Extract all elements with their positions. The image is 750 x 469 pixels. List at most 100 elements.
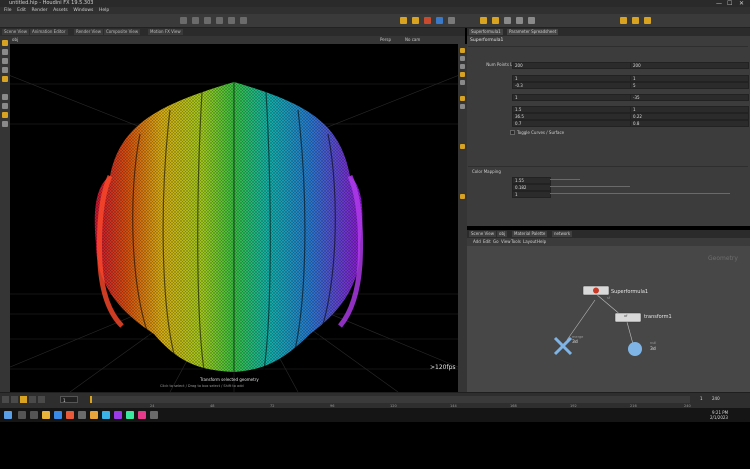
pyro-icon[interactable] [528,17,535,24]
merge-node[interactable] [553,336,573,356]
app-icon[interactable] [78,411,86,419]
taskview-icon[interactable] [30,411,38,419]
menu-windows[interactable]: Windows [73,7,93,14]
minimize-icon[interactable]: — [716,0,722,7]
vellum-icon[interactable] [644,17,651,24]
slider-track[interactable] [550,193,730,194]
snap-tool-icon[interactable] [2,103,8,109]
slider-track[interactable] [550,179,580,180]
camera-menu[interactable]: No cam [405,36,420,44]
menu-render[interactable]: Render [31,7,47,14]
texture-icon[interactable] [240,17,247,24]
timeline-bar[interactable]: 1 24 48 72 96 120 144 168 192 216 240 1 … [0,392,750,408]
menu-assets[interactable]: Assets [53,7,68,14]
app-icon[interactable] [102,411,110,419]
menu-tools[interactable]: Tools [511,238,521,246]
param-field[interactable]: -35 [630,94,749,101]
camera-view-icon[interactable] [460,96,465,101]
brush-tool-icon[interactable] [2,121,8,127]
param-field[interactable]: 0.22 [630,113,749,120]
drive-icon[interactable] [504,17,511,24]
crowds-icon[interactable] [516,17,523,24]
path-field[interactable]: obj [12,36,18,44]
menu-layout[interactable]: Layout [523,238,537,246]
search-icon[interactable] [18,411,26,419]
polygon-icon[interactable] [216,17,223,24]
app-icon[interactable] [114,411,122,419]
menu-go[interactable]: Go [493,238,499,246]
play-icon[interactable] [20,396,27,403]
maximize-icon[interactable]: ☐ [727,0,732,7]
render-icon[interactable] [480,17,487,24]
last-frame-icon[interactable] [38,396,45,403]
next-frame-icon[interactable] [29,396,36,403]
tab-render-view[interactable]: Render View [74,29,104,35]
explorer-icon[interactable] [42,411,50,419]
grid-icon[interactable] [460,104,465,109]
param-field[interactable]: 1 [512,191,551,198]
prev-frame-icon[interactable] [11,396,18,403]
param-field[interactable]: 1 [512,75,631,82]
toggle-checkbox[interactable] [510,130,515,135]
wireframe-icon[interactable] [460,56,465,61]
superformula1-node[interactable] [582,285,610,296]
tab-obj[interactable]: obj [497,231,508,237]
param-field[interactable]: 0.182 [512,184,551,191]
app-icon[interactable] [150,411,158,419]
menu-help[interactable]: Help [99,7,109,14]
menu-add[interactable]: Add [473,238,481,246]
param-field[interactable]: 1 [630,75,749,82]
cloth-icon[interactable] [448,17,455,24]
create-icon[interactable] [180,17,187,24]
menu-file[interactable]: File [4,7,12,14]
param-field[interactable]: -0.3 [512,82,631,89]
tab-superformula1[interactable]: Superformula1 [469,29,503,35]
slider-track[interactable] [550,186,630,187]
model-icon[interactable] [204,17,211,24]
viewport-3d[interactable]: >120fps Transform selected geometry Clic… [10,44,458,392]
param-field[interactable]: 36.5 [512,113,631,120]
tab-composite-view[interactable]: Composite View [104,29,141,35]
light-icon[interactable] [400,17,407,24]
view-tool-icon[interactable] [2,94,8,100]
end-frame[interactable]: 240 [712,396,720,401]
param-field[interactable]: 0.7 [512,120,631,127]
param-field[interactable]: 0.8 [630,120,749,127]
particles-icon[interactable] [424,17,431,24]
close-icon[interactable]: ✕ [739,0,744,7]
app-icon[interactable] [126,411,134,419]
menu-edit[interactable]: Edit [17,7,26,14]
view-menu[interactable]: Persp [380,36,391,44]
rop-icon[interactable] [492,17,499,24]
start-frame[interactable]: 1 [700,396,703,401]
move-tool-icon[interactable] [2,49,8,55]
render-region-icon[interactable] [460,194,465,199]
current-frame-field[interactable]: 1 [60,396,78,403]
tab-network[interactable]: network [552,231,573,237]
select-tool-icon[interactable] [2,40,8,46]
browser-icon[interactable] [54,411,62,419]
menu-help-2[interactable]: Help [537,238,546,246]
param-field[interactable]: 1.5 [512,106,631,113]
transform1-node[interactable] [614,312,642,323]
snapshot-icon[interactable] [460,144,465,149]
display-option-icon[interactable] [460,48,465,53]
lighting-icon[interactable] [460,72,465,77]
start-icon[interactable] [4,411,12,419]
playhead[interactable] [90,396,92,403]
param-field[interactable]: 200 [512,62,631,69]
first-frame-icon[interactable] [2,396,9,403]
ghost-icon[interactable] [460,80,465,85]
tab-material-palette[interactable]: Material Palette [512,231,548,237]
app-icon[interactable] [138,411,146,419]
menu-view[interactable]: View [501,238,511,246]
fluid-icon[interactable] [436,17,443,24]
null-node[interactable] [628,342,642,356]
param-field[interactable]: 1.55 [512,177,551,184]
app-icon[interactable] [66,411,74,419]
tab-animation-editor[interactable]: Animation Editor [30,29,68,35]
scale-tool-icon[interactable] [2,67,8,73]
timeline-track[interactable] [90,396,690,403]
tab-scene-view[interactable]: Scene View [2,29,29,35]
param-field[interactable]: 200 [630,62,749,69]
